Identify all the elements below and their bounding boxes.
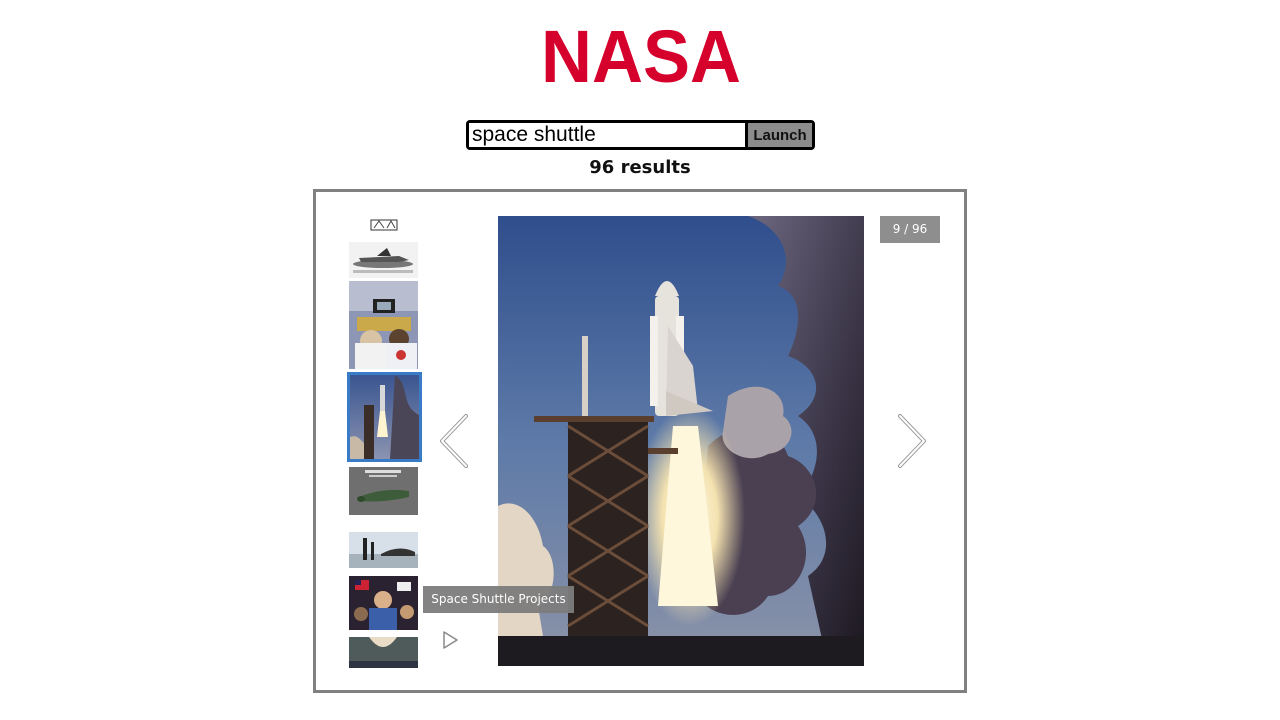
image-counter: 9 / 96 bbox=[880, 216, 940, 243]
image-gallery: 9 / 96 Space Shuttle Projects bbox=[313, 189, 967, 693]
thumbnail-shuttle-launch-active[interactable] bbox=[347, 372, 422, 462]
thumbnail-external-tank-model[interactable] bbox=[349, 467, 418, 515]
image-caption: Space Shuttle Projects bbox=[423, 586, 574, 613]
thumbnail-strip[interactable] bbox=[347, 216, 423, 668]
thumbnail-shuttle-on-carrier[interactable] bbox=[349, 242, 418, 278]
thumbnail-astronauts-at-console[interactable] bbox=[349, 281, 418, 369]
search-input[interactable] bbox=[469, 123, 745, 147]
chevron-left-icon[interactable] bbox=[436, 412, 472, 470]
results-count: 96 results bbox=[589, 157, 691, 178]
thumbnail-shuttle-diagram[interactable] bbox=[349, 216, 418, 234]
thumbnail-crowd-with-flags[interactable] bbox=[349, 576, 418, 630]
thumbnail-aerial-view[interactable] bbox=[349, 637, 418, 668]
logo-wordmark: NASA bbox=[541, 24, 741, 86]
play-icon[interactable] bbox=[440, 630, 460, 650]
search-bar: Launch bbox=[466, 120, 815, 150]
launch-button[interactable]: Launch bbox=[745, 123, 812, 147]
thumbnail-shuttle-rollout-silhouette[interactable] bbox=[349, 532, 418, 568]
chevron-right-icon[interactable] bbox=[894, 412, 930, 470]
nasa-logo: NASA bbox=[541, 24, 741, 86]
